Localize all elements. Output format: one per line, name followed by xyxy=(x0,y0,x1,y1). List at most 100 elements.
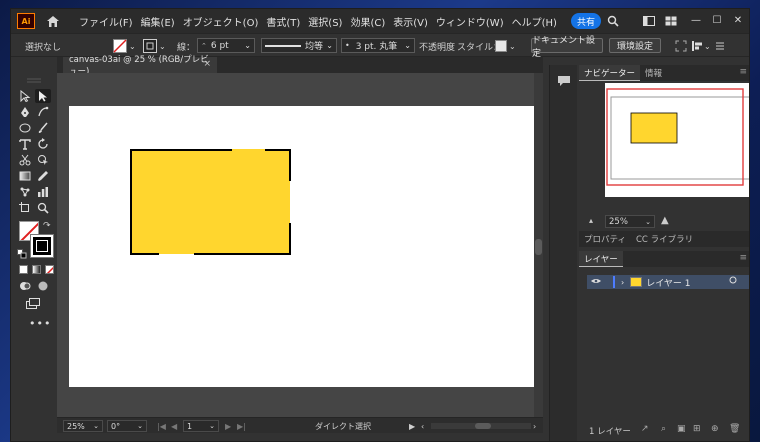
vertical-scroll-thumb[interactable] xyxy=(535,239,542,255)
direct-selection-tool-icon[interactable] xyxy=(35,89,51,103)
gradient-tool-icon[interactable] xyxy=(17,169,33,183)
graph-tool-icon[interactable] xyxy=(35,185,51,199)
tab-cc-libraries[interactable]: CC ライブラリ xyxy=(631,231,698,247)
tab-navigator[interactable]: ナビゲーター xyxy=(579,65,641,81)
stroke-color-swatch[interactable] xyxy=(30,234,54,258)
shape-builder-tool-icon[interactable] xyxy=(35,153,51,167)
ellipse-tool-icon[interactable] xyxy=(17,121,33,135)
clipping-mask-icon[interactable]: ▣ xyxy=(677,424,686,434)
export-icon[interactable]: ↗ xyxy=(641,424,649,434)
properties-tabs: プロパティ CC ライブラリ xyxy=(579,231,749,247)
navigator-zoom-out-icon[interactable]: ▴ xyxy=(589,216,593,225)
stroke-weight-field[interactable]: ⌃ 6 pt ⌄ xyxy=(197,38,255,53)
close-tab-icon[interactable]: × xyxy=(203,59,211,69)
pen-tool-icon[interactable] xyxy=(17,105,33,119)
transform-icon[interactable] xyxy=(675,39,687,53)
vertical-scrollbar[interactable] xyxy=(534,73,543,417)
navigator-zoom-in-icon[interactable]: ▲ xyxy=(661,215,669,226)
delete-layer-icon[interactable]: 🗑 xyxy=(729,424,740,434)
close-window-button[interactable]: ✕ xyxy=(728,11,748,29)
stepper-icon[interactable]: ⌃ xyxy=(201,42,207,50)
tab-properties[interactable]: プロパティ xyxy=(579,231,631,247)
document-setup-button[interactable]: ドキュメント設定 xyxy=(531,36,603,59)
locate-object-icon[interactable]: ⌕ xyxy=(661,424,666,434)
brush-definition[interactable]: • 3 pt. 丸筆 ⌄ xyxy=(341,38,415,53)
canvas-area[interactable] xyxy=(57,73,543,417)
variable-width-profile[interactable]: 均等 ⌄ xyxy=(261,38,337,53)
scroll-left-icon[interactable]: ‹ xyxy=(421,420,424,432)
none-mode-icon[interactable] xyxy=(45,265,54,274)
comments-icon[interactable] xyxy=(557,75,571,87)
workspace-icon[interactable] xyxy=(641,13,657,29)
document-tab[interactable]: canvas-03ai @ 25 % (RGB/プレビュー) × xyxy=(63,55,217,77)
menu-window[interactable]: ウィンドウ(W) xyxy=(432,14,508,29)
first-artboard-icon[interactable]: |◀ xyxy=(157,420,166,432)
tab-info[interactable]: 情報 xyxy=(640,65,667,81)
type-tool-icon[interactable] xyxy=(17,137,33,151)
menu-view[interactable]: 表示(V) xyxy=(389,14,432,29)
draw-mode-icon[interactable] xyxy=(17,279,33,293)
status-menu-arrow-icon[interactable]: ▶ xyxy=(409,420,415,432)
navigator-preview[interactable] xyxy=(605,83,749,197)
layers-menu-icon[interactable]: ≡ xyxy=(739,253,747,263)
curvature-tool-icon[interactable] xyxy=(35,105,51,119)
artboard-number-field[interactable]: 1 ⌄ xyxy=(183,420,219,432)
edit-toolbar-icon[interactable] xyxy=(35,279,51,293)
gradient-mode-icon[interactable] xyxy=(32,265,41,274)
share-button[interactable]: 共有 xyxy=(571,13,601,29)
menu-select[interactable]: 選択(S) xyxy=(304,14,346,29)
navigator-menu-icon[interactable]: ≡ xyxy=(739,67,747,77)
panel-menu-icon[interactable] xyxy=(715,39,725,53)
expand-chevron-icon[interactable]: › xyxy=(621,278,624,287)
new-sublayer-icon[interactable]: ⊞ xyxy=(693,424,701,434)
layer-name[interactable]: レイヤー 1 xyxy=(646,276,690,289)
home-icon[interactable] xyxy=(43,11,63,31)
artboard-tool-icon[interactable] xyxy=(17,201,33,215)
artboard[interactable] xyxy=(69,106,535,387)
fill-swatch[interactable]: ⌄ xyxy=(113,39,136,53)
target-icon[interactable] xyxy=(729,276,737,287)
scissors-tool-icon[interactable] xyxy=(17,153,33,167)
menu-type[interactable]: 書式(T) xyxy=(262,14,304,29)
paintbrush-tool-icon[interactable] xyxy=(35,121,51,135)
layer-row[interactable]: › レイヤー 1 xyxy=(587,275,749,289)
puppet-warp-tool-icon[interactable] xyxy=(17,185,33,199)
menu-effect[interactable]: 効果(C) xyxy=(346,14,389,29)
screen-mode-icon[interactable] xyxy=(25,297,41,311)
previous-artboard-icon[interactable]: ◀ xyxy=(171,420,177,432)
new-layer-icon[interactable]: ⊕ xyxy=(711,424,719,434)
eye-icon[interactable] xyxy=(591,277,601,287)
menu-file[interactable]: ファイル(F) xyxy=(75,14,137,29)
style-swatch[interactable]: ⌄ xyxy=(495,39,516,53)
stroke-swatch[interactable]: ⌄ xyxy=(143,39,166,53)
more-tools-icon[interactable]: ••• xyxy=(29,317,51,330)
default-colors-icon[interactable] xyxy=(17,249,27,259)
navigator-zoom-field[interactable]: 25% ⌄ xyxy=(605,215,655,228)
color-mode-icon[interactable] xyxy=(19,265,28,274)
eyedropper-tool-icon[interactable] xyxy=(35,169,51,183)
tab-layers[interactable]: レイヤー xyxy=(579,251,623,267)
horizontal-scroll-thumb[interactable] xyxy=(475,423,491,429)
align-icon[interactable]: ⌄ xyxy=(691,39,711,53)
minimize-button[interactable]: — xyxy=(686,11,706,29)
horizontal-scrollbar[interactable] xyxy=(431,423,531,429)
menu-object[interactable]: オブジェクト(O) xyxy=(179,14,263,29)
zoom-tool-icon[interactable] xyxy=(35,201,51,215)
opacity-label[interactable]: 不透明度 xyxy=(419,39,455,53)
search-icon[interactable] xyxy=(605,13,621,29)
menu-help[interactable]: ヘルプ(H) xyxy=(508,14,561,29)
rotation-field[interactable]: 0° ⌄ xyxy=(107,420,147,432)
menu-edit[interactable]: 編集(E) xyxy=(137,14,179,29)
arrange-documents-icon[interactable] xyxy=(663,13,679,29)
maximize-button[interactable]: ☐ xyxy=(707,11,727,29)
yellow-rectangle[interactable] xyxy=(130,149,290,254)
selection-tool-icon[interactable] xyxy=(17,89,33,103)
zoom-field[interactable]: 25% ⌄ xyxy=(63,420,103,432)
scroll-right-icon[interactable]: › xyxy=(533,420,536,432)
rotate-tool-icon[interactable] xyxy=(35,137,51,151)
next-artboard-icon[interactable]: ▶ xyxy=(225,420,231,432)
last-artboard-icon[interactable]: ▶| xyxy=(237,420,246,432)
preferences-button[interactable]: 環境設定 xyxy=(609,38,661,53)
toolbar-grip-icon[interactable] xyxy=(11,75,57,87)
swap-fill-stroke-icon[interactable]: ↷ xyxy=(43,221,51,231)
